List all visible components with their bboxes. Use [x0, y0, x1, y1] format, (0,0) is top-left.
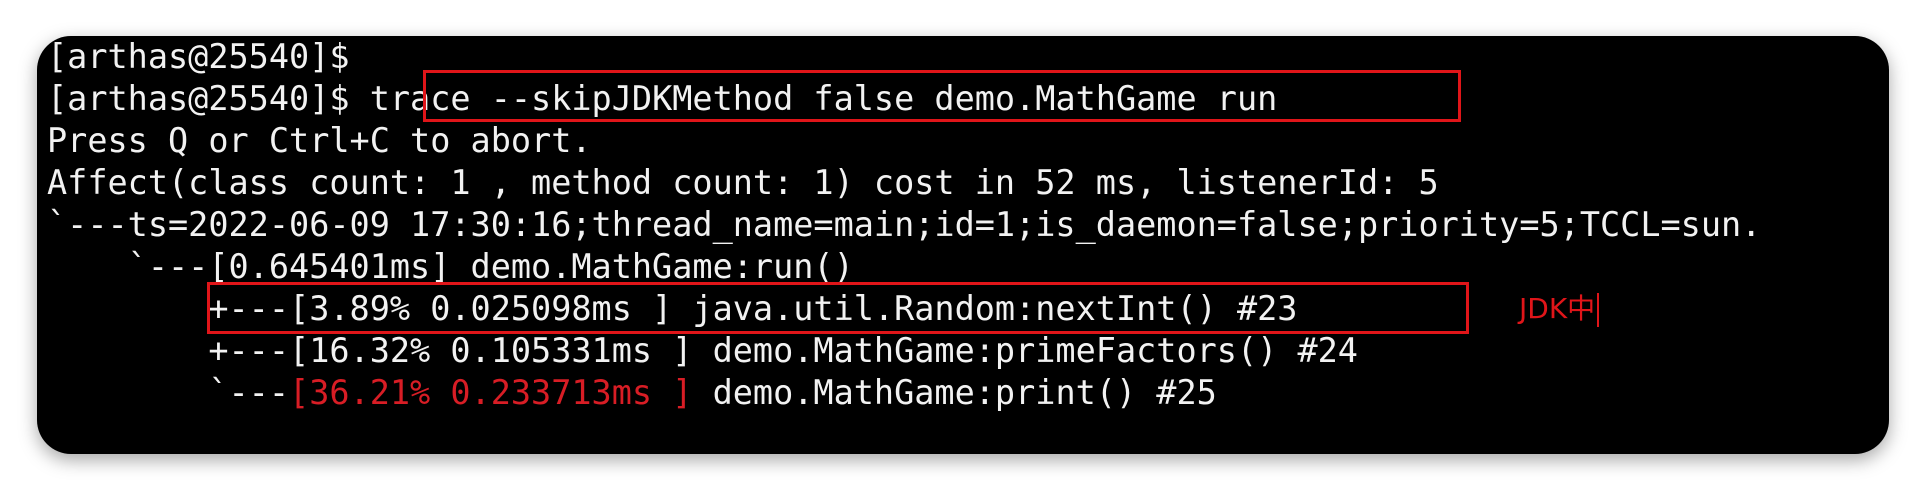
- annotation-text: JDK中: [1519, 292, 1596, 325]
- abort-hint-line: Press Q or Ctrl+C to abort.: [47, 121, 592, 160]
- terminal-window[interactable]: [arthas@25540]$ [arthas@25540]$ trace --…: [37, 36, 1889, 454]
- trace-thread-line: `---ts=2022-06-09 17:30:16;thread_name=m…: [47, 205, 1762, 244]
- jdk-annotation: JDK中: [1519, 288, 1600, 330]
- text-cursor-icon: [1597, 293, 1600, 327]
- trace-primefactors-line: +---[16.32% 0.105331ms ] demo.MathGame:p…: [47, 331, 1358, 370]
- tree-branch: `---: [47, 373, 290, 412]
- cost-highlight: [36.21% 0.233713ms ]: [289, 373, 693, 412]
- affect-summary-line: Affect(class count: 1 , method count: 1)…: [47, 163, 1439, 202]
- nextint-highlight-box: [207, 282, 1469, 334]
- command-highlight-box: [423, 70, 1461, 122]
- prompt: [arthas@25540]$: [47, 79, 370, 118]
- print-method: demo.MathGame:print() #25: [692, 373, 1217, 412]
- trace-print-line: `---[36.21% 0.233713ms ] demo.MathGame:p…: [47, 372, 1217, 414]
- prompt-line: [arthas@25540]$: [47, 37, 350, 76]
